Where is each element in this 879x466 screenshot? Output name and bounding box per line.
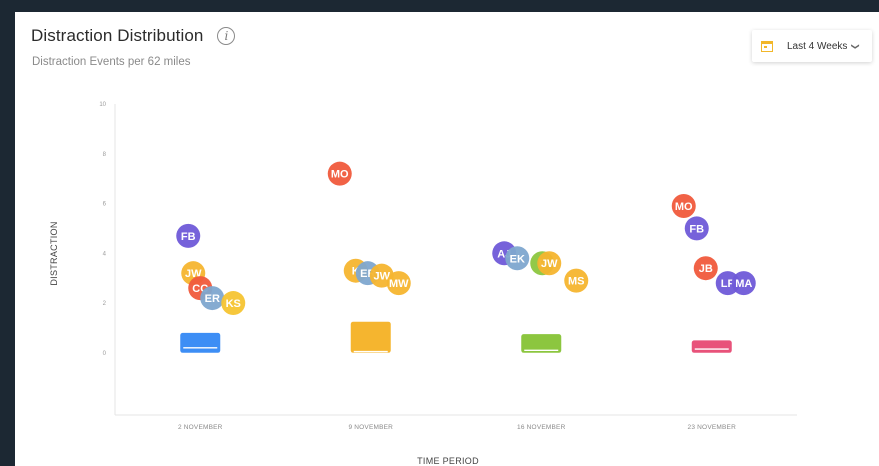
y-axis-label: DISTRACTION: [49, 221, 59, 285]
data-point-label: ER: [205, 293, 220, 305]
data-point-mo: MO: [327, 161, 352, 186]
data-point-label: MS: [568, 276, 585, 288]
data-point-mw: MW: [386, 271, 411, 296]
box-2-november: [180, 332, 221, 353]
x-tick-label: 2 NOVEMBER: [178, 424, 223, 431]
data-point-label: KS: [226, 298, 241, 310]
data-point-ma: MA: [731, 271, 756, 296]
data-point-ek: EK: [505, 246, 530, 271]
y-tick-label: 2: [103, 301, 107, 307]
data-point-fb: FB: [684, 216, 709, 241]
chart-card: Distraction Distribution i Distraction E…: [15, 12, 879, 466]
y-tick-label: 6: [103, 202, 107, 208]
data-point-label: JB: [699, 263, 713, 275]
data-point-fb: FB: [176, 223, 201, 248]
data-point-label: MO: [331, 169, 349, 181]
y-tick-label: 10: [99, 102, 106, 108]
data-point-mo: MO: [671, 194, 696, 219]
y-tick-label: 0: [103, 351, 107, 357]
y-tick-label: 4: [103, 251, 107, 257]
x-tick-label: 23 NOVEMBER: [688, 424, 737, 431]
data-point-jb: JB: [693, 256, 718, 281]
box-9-november: [350, 321, 391, 353]
distraction-chart: 10 8 6 4 2 0 2 NOVEMBER 9 NOVEMBER 16 NOVEMBER 23…: [49, 102, 797, 466]
data-point-er: ER: [200, 286, 225, 311]
box-23-november: [691, 340, 732, 353]
x-tick-label: 9 NOVEMBER: [348, 424, 393, 431]
y-tick-label: 8: [103, 152, 107, 158]
data-point-label: FB: [181, 231, 196, 243]
data-point-label: JW: [541, 258, 558, 270]
data-point-label: FB: [689, 223, 704, 235]
data-point-ms: MS: [564, 268, 589, 293]
data-point-jw: JW: [537, 251, 562, 276]
x-axis-label: TIME PERIOD: [417, 456, 479, 466]
data-point-ks: KS: [221, 291, 246, 316]
x-tick-label: 16 NOVEMBER: [517, 424, 566, 431]
data-point-label: EK: [510, 253, 525, 265]
data-point-label: MA: [735, 278, 752, 290]
data-point-label: MO: [675, 201, 693, 213]
data-point-label: MW: [389, 278, 409, 290]
